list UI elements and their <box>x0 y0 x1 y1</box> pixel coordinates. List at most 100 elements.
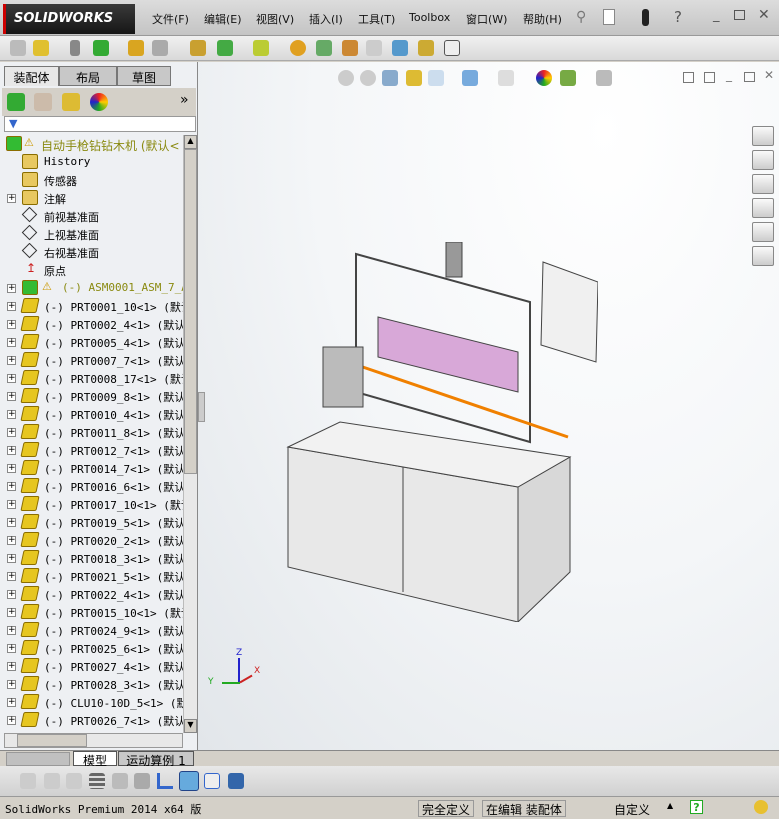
expand-toggle-icon[interactable]: + <box>7 518 16 527</box>
change-transparency-icon[interactable] <box>66 773 82 789</box>
menu-toolbox[interactable]: Toolbox <box>409 11 450 24</box>
expand-toggle-icon[interactable]: + <box>7 320 16 329</box>
expand-toggle-icon[interactable]: + <box>7 428 16 437</box>
expand-toggle-icon[interactable]: + <box>7 392 16 401</box>
tree-item[interactable]: + (-) PRT0022_4<1> (默认< <box>0 585 183 603</box>
tree-item[interactable]: + (-) PRT0024_9<1> (默认< <box>0 621 183 639</box>
tree-item[interactable]: + (-) PRT0015_10<1> (默认 <box>0 603 183 621</box>
mate-icon[interactable] <box>70 40 80 56</box>
expand-toggle-icon[interactable]: + <box>7 626 16 635</box>
menu-help[interactable]: 帮助(H) <box>523 11 562 27</box>
menu-insert[interactable]: 插入(I) <box>309 11 343 27</box>
split-horizontal-icon[interactable] <box>683 72 694 83</box>
task-pane-design-library[interactable] <box>752 150 774 170</box>
units-selector[interactable]: 自定义 <box>614 801 650 818</box>
maximize-button[interactable] <box>734 10 745 20</box>
property-manager-icon[interactable] <box>34 93 52 111</box>
hole-alignment-icon[interactable] <box>444 40 460 56</box>
expand-toggle-icon[interactable]: + <box>7 554 16 563</box>
tab-assembly[interactable]: 装配体 <box>4 66 59 86</box>
pin-icon[interactable]: ⚲ <box>576 9 586 25</box>
tree-item[interactable]: + (-) PRT0018_3<1> (默认< <box>0 549 183 567</box>
interference-detection-icon[interactable] <box>392 40 408 56</box>
assembly-icon[interactable] <box>10 40 26 56</box>
expand-toggle-icon[interactable]: + <box>7 194 16 203</box>
tree-item[interactable]: + (-) PRT0001_10<1> (默认 <box>0 297 183 315</box>
viewport-restore-icon[interactable] <box>744 72 755 82</box>
close-button[interactable]: ✕ <box>758 7 770 23</box>
shaded-view-icon[interactable] <box>179 771 199 791</box>
viewport-minimize-icon[interactable]: _ <box>726 68 732 82</box>
viewport-close-icon[interactable]: ✕ <box>764 68 774 82</box>
tree-item[interactable]: + (-) PRT0012_7<1> (默认< <box>0 441 183 459</box>
expand-toggle-icon[interactable]: + <box>7 482 16 491</box>
smart-fasteners-icon[interactable] <box>128 40 144 56</box>
tree-item[interactable]: + (-) PRT0011_8<1> (默认< <box>0 423 183 441</box>
hide-show-items-icon[interactable] <box>498 70 514 86</box>
tree-item[interactable]: + (-) PRT0014_7<1> (默认< <box>0 459 183 477</box>
zoom-to-area-icon[interactable] <box>360 70 376 86</box>
tree-item[interactable]: + (-) PRT0020_2<1> (默认< <box>0 531 183 549</box>
tree-item[interactable]: + (-) PRT0002_4<1> (默认< <box>0 315 183 333</box>
bill-of-materials-icon[interactable] <box>316 40 332 56</box>
task-pane-custom-properties[interactable] <box>752 246 774 266</box>
tree-item[interactable]: + (-) PRT0009_8<1> (默认< <box>0 387 183 405</box>
solidworks-logo[interactable]: SOLIDWORKS <box>3 4 135 34</box>
tab-layout[interactable]: 布局 <box>59 66 117 86</box>
expand-toggle-icon[interactable]: + <box>7 302 16 311</box>
hscroll-thumb[interactable] <box>17 734 87 747</box>
scroll-thumb[interactable] <box>184 149 197 474</box>
insert-component-icon[interactable] <box>33 40 49 56</box>
table-icon[interactable] <box>204 773 220 789</box>
exploded-view-icon[interactable] <box>342 40 358 56</box>
task-pane-appearances[interactable] <box>752 222 774 242</box>
featuremanager-tree-icon[interactable] <box>7 93 25 111</box>
edit-appearance-icon[interactable] <box>536 70 552 86</box>
tree-item[interactable]: + (-) PRT0005_4<1> (默认< <box>0 333 183 351</box>
clearance-verification-icon[interactable] <box>418 40 434 56</box>
tree-item[interactable]: + (-) PRT0010_4<1> (默认< <box>0 405 183 423</box>
expand-chevron-icon[interactable]: » <box>180 92 189 108</box>
menu-edit[interactable]: 编辑(E) <box>204 11 242 27</box>
tree-item[interactable]: + (-) PRT0028_3<1> (默认< <box>0 675 183 693</box>
tree-item[interactable]: + (-) PRT0007_7<1> (默认< <box>0 351 183 369</box>
tree-vertical-scrollbar[interactable]: ▲ ▼ <box>183 135 197 733</box>
apply-scene-icon[interactable] <box>560 70 576 86</box>
scroll-up-arrow[interactable]: ▲ <box>184 135 197 149</box>
tree-item[interactable]: + (-) PRT0017_10<1> (默认 <box>0 495 183 513</box>
assembly-features-icon[interactable] <box>217 40 233 56</box>
show-hidden-icon[interactable] <box>190 40 206 56</box>
reference-geometry-icon[interactable] <box>253 40 269 56</box>
move-component-icon[interactable] <box>152 40 168 56</box>
expand-toggle-icon[interactable]: + <box>7 338 16 347</box>
origin-axes-icon[interactable] <box>157 773 173 789</box>
previous-view-icon[interactable] <box>382 70 398 86</box>
expand-toggle-icon[interactable]: + <box>7 680 16 689</box>
new-document-icon[interactable] <box>603 9 615 25</box>
tree-horizontal-scrollbar[interactable] <box>4 733 183 748</box>
view-settings-icon[interactable] <box>596 70 612 86</box>
split-vertical-icon[interactable] <box>704 72 715 83</box>
section-view-icon[interactable] <box>406 70 422 86</box>
quick-tips-help-icon[interactable]: ? <box>690 800 703 814</box>
tab-model[interactable]: 模型 <box>73 751 117 768</box>
display-manager-icon[interactable] <box>90 93 108 111</box>
filter-bar[interactable]: ▼ <box>4 116 196 132</box>
filter-icon[interactable]: ▼ <box>9 117 17 130</box>
menu-file[interactable]: 文件(F) <box>152 11 189 27</box>
expand-toggle-icon[interactable]: + <box>7 716 16 725</box>
task-pane-view-palette[interactable] <box>752 198 774 218</box>
task-pane-file-explorer[interactable] <box>752 174 774 194</box>
new-motion-study-icon[interactable] <box>290 40 306 56</box>
task-pane-home[interactable] <box>752 126 774 146</box>
tree-item[interactable]: + (-) PRT0016_6<1> (默认< <box>0 477 183 495</box>
tree-item[interactable]: 传感器 <box>0 171 183 189</box>
explode-line-sketch-icon[interactable] <box>366 40 382 56</box>
tab-navigation-arrows[interactable] <box>6 752 70 766</box>
configuration-manager-icon[interactable] <box>62 93 80 111</box>
tree-item[interactable]: + ⚠ (-) ASM0001_ASM_7_ASM <box>0 279 183 297</box>
expand-toggle-icon[interactable]: + <box>7 644 16 653</box>
align-icon[interactable] <box>134 773 150 789</box>
expand-toggle-icon[interactable]: + <box>7 464 16 473</box>
tree-item[interactable]: 右视基准面 <box>0 243 183 261</box>
